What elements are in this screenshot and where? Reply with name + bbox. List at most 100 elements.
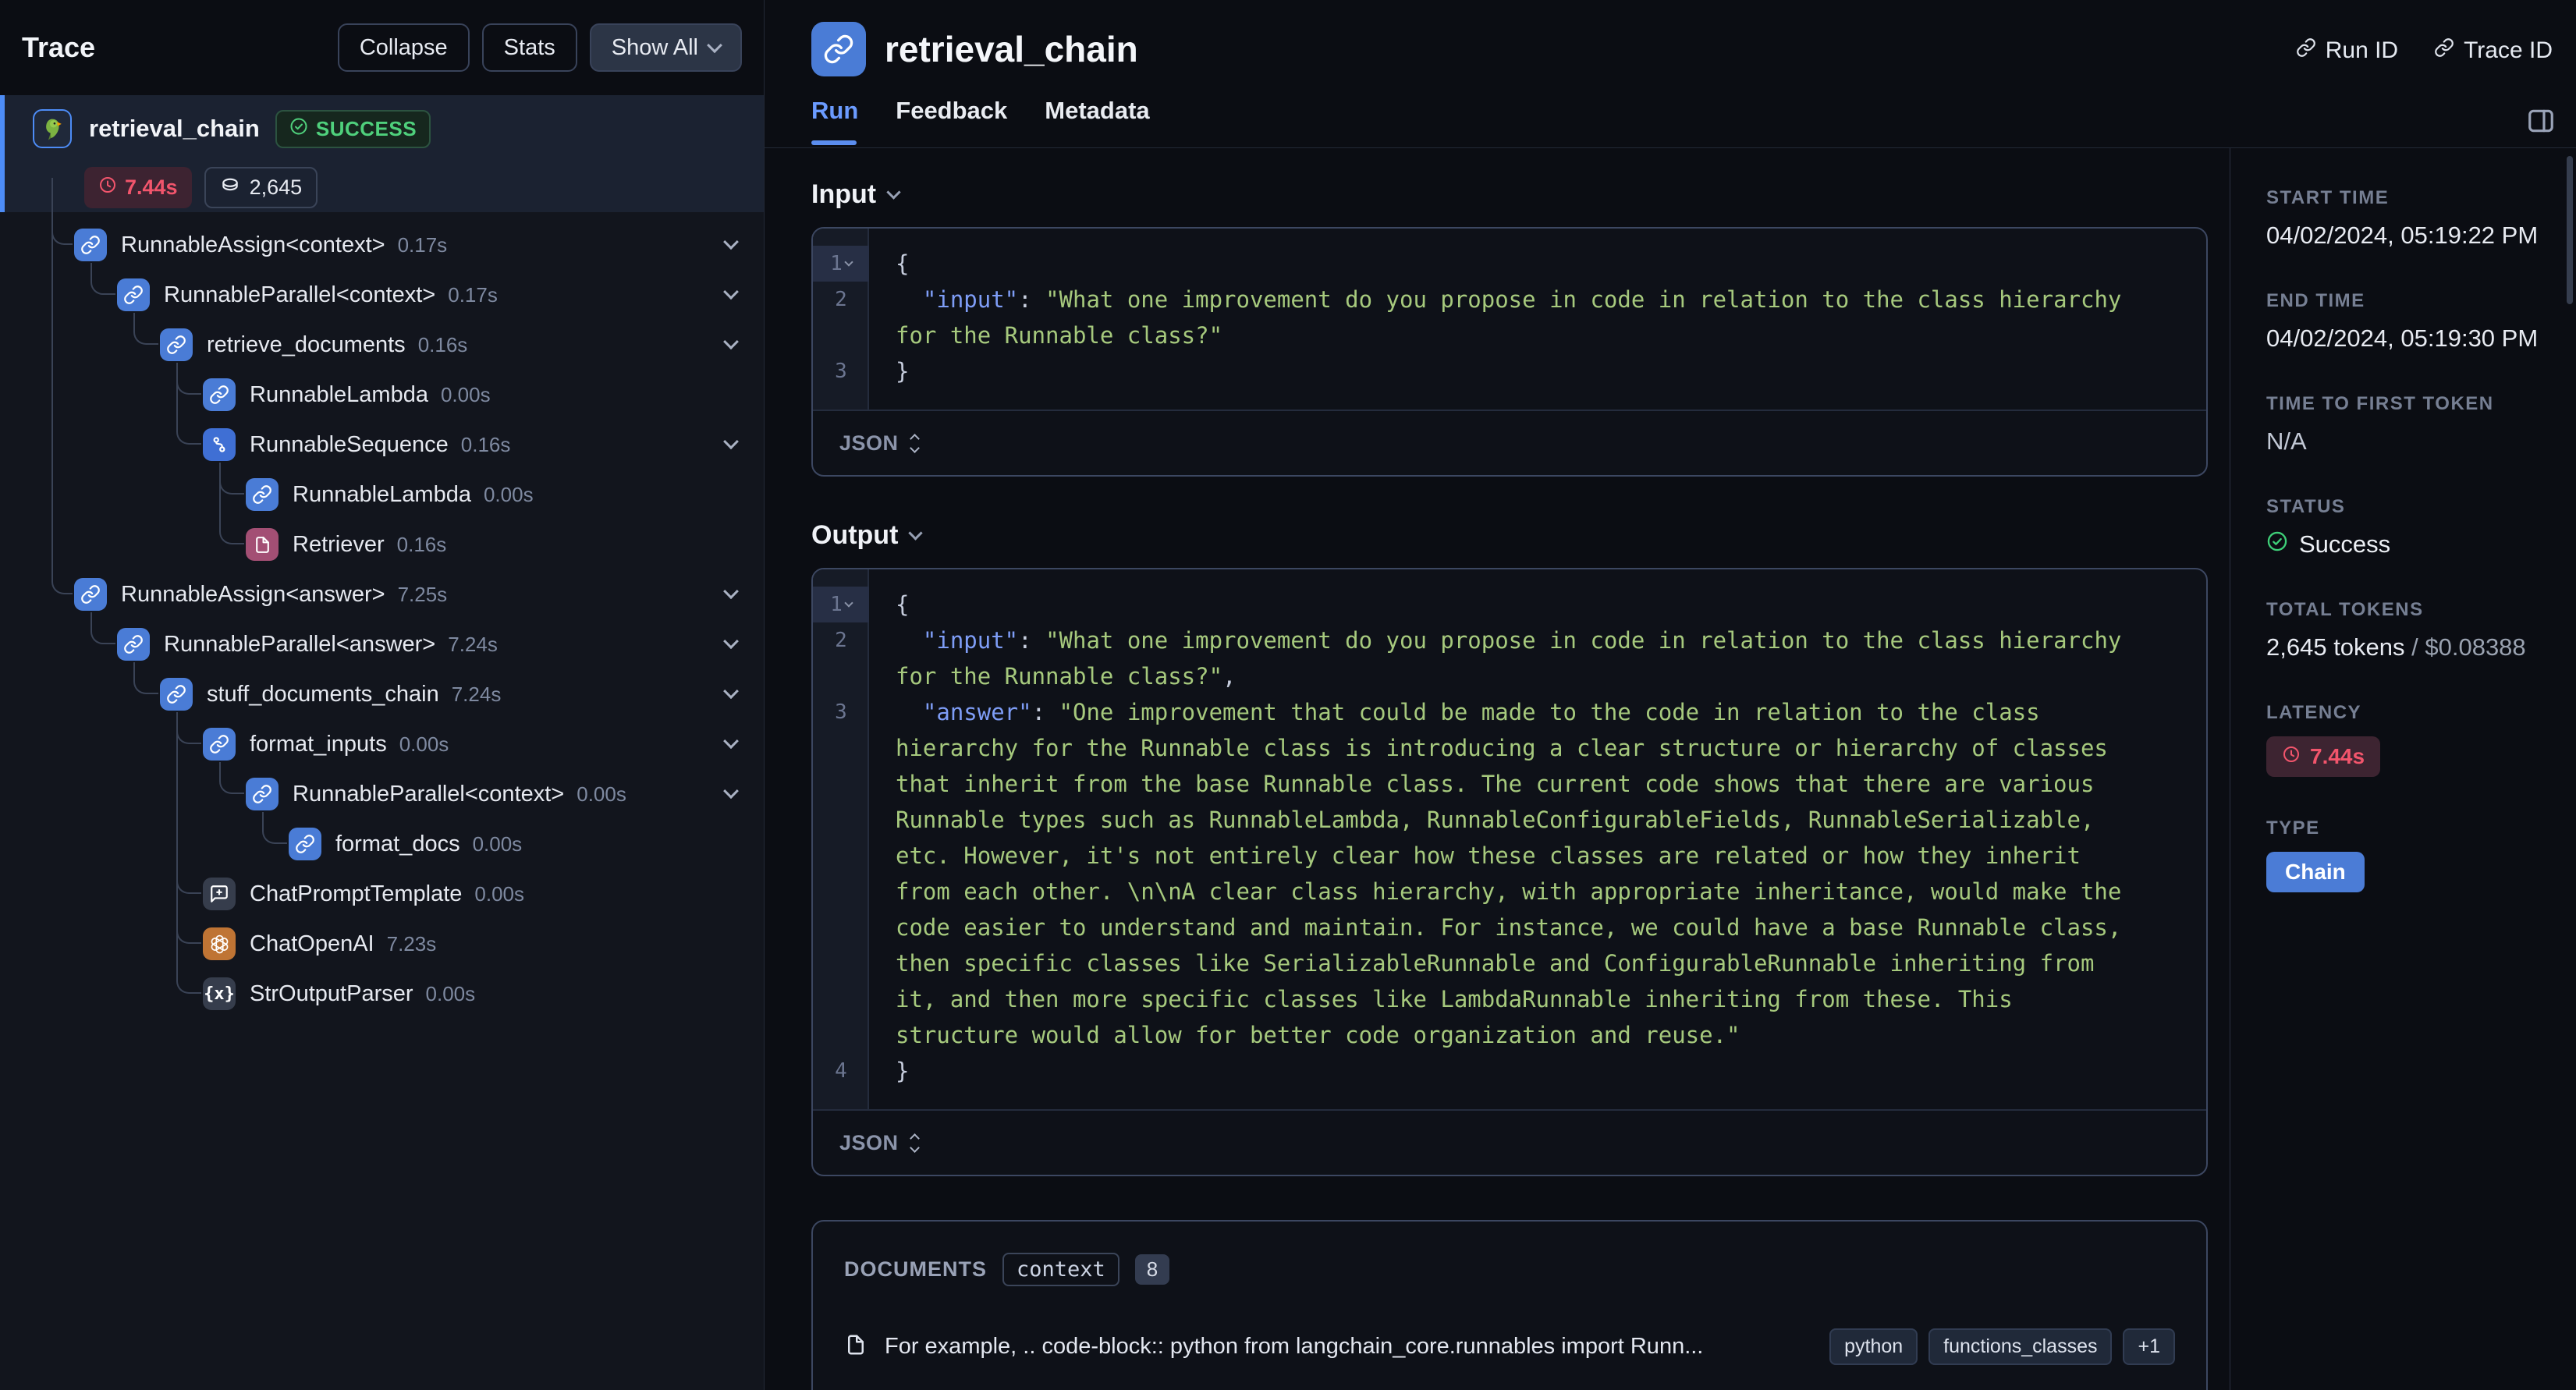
root-token-badge: 2,645 <box>204 167 318 208</box>
output-format-selector[interactable]: JSON <box>813 1109 2206 1175</box>
document-tag--1[interactable]: +1 <box>2123 1328 2175 1365</box>
status-value: Success <box>2266 530 2553 558</box>
chevron-down-icon[interactable] <box>723 583 739 600</box>
stats-button[interactable]: Stats <box>481 23 577 72</box>
openai-icon <box>203 927 236 960</box>
latency-badge: 7.44s <box>2266 736 2381 777</box>
chevron-down-icon[interactable] <box>723 633 739 650</box>
tree-node-label: RunnableAssign<context> <box>121 232 385 257</box>
run-tabs: Run Feedback Metadata <box>811 97 1150 145</box>
code-line: 2 "input": "What one improvement do you … <box>813 622 2206 694</box>
collapse-button[interactable]: Collapse <box>337 23 470 72</box>
document-tag-python[interactable]: python <box>1829 1328 1918 1365</box>
input-section-heading[interactable]: Input <box>811 179 2230 210</box>
tree-node-duration: 0.16s <box>460 432 511 456</box>
tab-metadata[interactable]: Metadata <box>1045 97 1149 145</box>
run-type-badge: Chain <box>2266 852 2365 892</box>
chevron-down-icon[interactable] <box>723 334 739 350</box>
format-toggle-icon <box>909 433 920 453</box>
check-circle-icon <box>2266 530 2288 558</box>
document-list-item[interactable]: For example, .. code-block:: python from… <box>844 1328 2175 1365</box>
input-format-selector[interactable]: JSON <box>813 410 2206 475</box>
chain-icon <box>811 22 866 76</box>
line-number: 4 <box>835 1059 847 1083</box>
scrollbar-thumb[interactable] <box>2567 156 2573 304</box>
run-details-panel: START TIME 04/02/2024, 05:19:22 PM END T… <box>2230 148 2576 1390</box>
run-id-button[interactable]: Run ID <box>2296 37 2398 64</box>
trace-panel-title: Trace <box>22 31 96 63</box>
chevron-down-icon[interactable] <box>723 783 739 800</box>
trace-sidebar: Trace Collapse Stats Show All retrieval_… <box>0 0 765 1390</box>
tree-row-runnableparallel-context-[interactable]: RunnableParallel<context> 0.17s <box>117 270 498 320</box>
tree-node-duration: 0.00s <box>399 732 449 756</box>
chevron-down-icon <box>886 185 901 200</box>
trace-sidebar-header: Trace Collapse Stats Show All <box>0 0 764 95</box>
tree-node-duration: 7.23s <box>386 931 437 956</box>
chain-icon <box>160 678 193 711</box>
documents-section: DOCUMENTS context 8 For example, .. code… <box>811 1220 2208 1390</box>
tree-node-label: Retriever <box>293 531 385 557</box>
trace-id-button[interactable]: Trace ID <box>2434 37 2553 64</box>
tree-row-runnableparallel-context-[interactable]: RunnableParallel<context> 0.00s <box>246 769 626 819</box>
code-line: 3} <box>813 353 2206 389</box>
tree-connector-line <box>219 463 244 544</box>
line-number-collapse-toggle[interactable]: 1 <box>813 587 869 622</box>
chevron-down-icon[interactable] <box>723 284 739 300</box>
code-line: 4} <box>813 1053 2206 1089</box>
chevron-down-icon[interactable] <box>723 234 739 250</box>
tree-row-format-docs[interactable]: format_docs 0.00s <box>289 819 522 869</box>
tree-row-chatprompttemplate[interactable]: ChatPromptTemplate 0.00s <box>203 869 524 919</box>
side-panel-toggle-icon[interactable] <box>2526 106 2556 140</box>
tree-row-format-inputs[interactable]: format_inputs 0.00s <box>203 719 449 769</box>
chevron-down-icon[interactable] <box>723 733 739 750</box>
tree-node-duration: 0.00s <box>483 482 534 506</box>
tree-node-label: format_inputs <box>250 731 387 757</box>
tree-row-stroutputparser[interactable]: {x} StrOutputParser 0.00s <box>203 969 475 1019</box>
tab-run[interactable]: Run <box>811 97 858 145</box>
document-tag-functions-classes[interactable]: functions_classes <box>1928 1328 2113 1365</box>
code-line: 1{ <box>813 246 2206 282</box>
start-time-value: 04/02/2024, 05:19:22 PM <box>2266 222 2539 249</box>
parrot-icon <box>33 109 72 148</box>
prompt-icon <box>203 878 236 910</box>
link-icon <box>2434 37 2454 64</box>
tree-row-runnablesequence[interactable]: RunnableSequence 0.16s <box>203 420 510 470</box>
tree-row-runnableparallel-answer-[interactable]: RunnableParallel<answer> 7.24s <box>117 619 498 669</box>
tree-node-label: RunnableParallel<context> <box>293 781 565 807</box>
tab-feedback[interactable]: Feedback <box>896 97 1007 145</box>
output-section-heading[interactable]: Output <box>811 520 2230 551</box>
parser-icon: {x} <box>203 977 236 1010</box>
line-number-collapse-toggle[interactable]: 1 <box>813 246 869 282</box>
tree-row-runnableassign-context-[interactable]: RunnableAssign<context> 0.17s <box>74 220 447 270</box>
clock-icon <box>2282 744 2301 769</box>
tree-node-duration: 0.00s <box>440 382 491 406</box>
tree-row-stuff-documents-chain[interactable]: stuff_documents_chain 7.24s <box>160 669 501 719</box>
tree-row-retrieve-documents[interactable]: retrieve_documents 0.16s <box>160 320 467 370</box>
tree-connector-line <box>176 712 201 944</box>
chevron-down-icon[interactable] <box>723 434 739 450</box>
tree-connector-line <box>176 712 201 894</box>
total-tokens-label: TOTAL TOKENS <box>2266 599 2424 620</box>
sequence-icon <box>203 428 236 461</box>
total-tokens-value: 2,645 tokens / $0.08388 <box>2266 633 2526 661</box>
chain-icon <box>74 578 107 611</box>
tree-node-duration: 0.16s <box>417 332 468 356</box>
chain-icon <box>203 728 236 761</box>
tree-node-label: stuff_documents_chain <box>207 681 439 707</box>
tree-row-chatopenai[interactable]: ChatOpenAI 7.23s <box>203 919 436 969</box>
token-icon <box>220 175 240 200</box>
start-time-label: START TIME <box>2266 187 2390 208</box>
tree-node-label: retrieve_documents <box>207 332 406 357</box>
selected-accent-bar <box>0 95 5 212</box>
chevron-down-icon[interactable] <box>723 683 739 700</box>
tree-node-duration: 7.24s <box>451 682 502 706</box>
tree-row-runnablelambda[interactable]: RunnableLambda 0.00s <box>203 370 491 420</box>
tree-row-retriever[interactable]: Retriever 0.16s <box>246 519 446 569</box>
show-all-dropdown[interactable]: Show All <box>589 23 742 72</box>
tree-row-runnablelambda[interactable]: RunnableLambda 0.00s <box>246 470 534 519</box>
output-code-block: 1{2 "input": "What one improvement do yo… <box>811 568 2208 1176</box>
tree-row-runnableassign-answer-[interactable]: RunnableAssign<answer> 7.25s <box>74 569 447 619</box>
documents-count-badge: 8 <box>1134 1254 1170 1285</box>
tree-connector-line <box>51 178 73 594</box>
root-run-selected-row[interactable]: retrieval_chain SUCCESS 7.44s 2,645 <box>0 95 764 212</box>
